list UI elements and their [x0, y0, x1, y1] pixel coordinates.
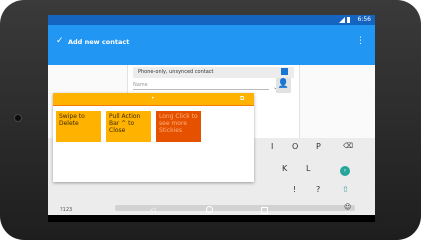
back-icon[interactable]: ◁	[150, 206, 155, 214]
delete-icon[interactable]: ⌫	[343, 142, 353, 150]
app-bar: ✓ Add new contact ⋮	[48, 25, 375, 65]
account-icon[interactable]	[281, 68, 288, 75]
emoji-icon[interactable]: ☺	[344, 203, 351, 211]
stickies-popup[interactable]: • ⧉ Swipe to Delete Pull Action Bar ^ to…	[53, 93, 254, 182]
key-o[interactable]: O	[292, 142, 298, 151]
recents-icon[interactable]	[261, 207, 268, 214]
sticky-note[interactable]: Pull Action Bar ^ to Close	[106, 111, 151, 142]
contact-photo[interactable]: 👤	[276, 78, 291, 93]
overflow-menu-icon[interactable]: ⋮	[356, 36, 365, 46]
key-p[interactable]: P	[316, 142, 321, 151]
window-icon[interactable]: ⧉	[240, 95, 244, 103]
key-question[interactable]: ?	[316, 185, 320, 194]
account-selector[interactable]: Phone-only, unsynced contact	[133, 67, 294, 78]
navigation-bar	[48, 215, 375, 222]
status-bar: 6:56	[48, 15, 375, 25]
numbers-key[interactable]: ?123	[60, 207, 72, 213]
tablet-frame: 6:56 ✓ Add new contact ⋮ Phone-only, uns…	[0, 0, 421, 240]
home-icon[interactable]	[206, 206, 213, 213]
key-exclamation[interactable]: !	[293, 185, 296, 194]
action-bar-divider	[53, 105, 254, 106]
page-title: Add new contact	[68, 38, 130, 46]
key-i[interactable]: I	[271, 142, 273, 151]
name-field[interactable]: Name	[133, 82, 269, 90]
sticky-note[interactable]: Swipe to Delete	[56, 111, 101, 142]
status-icons	[339, 17, 351, 23]
key-k[interactable]: K	[282, 164, 287, 173]
check-icon[interactable]: ✓	[56, 36, 64, 46]
signal-icon	[339, 17, 345, 23]
shift-icon[interactable]: ⇧	[342, 185, 349, 194]
status-time: 6:56	[357, 16, 371, 23]
drag-handle-icon[interactable]: •	[151, 95, 155, 102]
key-l[interactable]: L	[306, 164, 310, 173]
battery-icon	[347, 17, 350, 23]
front-camera	[14, 114, 22, 122]
person-icon: 👤	[277, 79, 290, 89]
go-icon[interactable]: ›	[340, 166, 350, 176]
account-label: Phone-only, unsynced contact	[138, 69, 214, 75]
sticky-note[interactable]: Long Click to see more Stickies	[156, 111, 201, 142]
